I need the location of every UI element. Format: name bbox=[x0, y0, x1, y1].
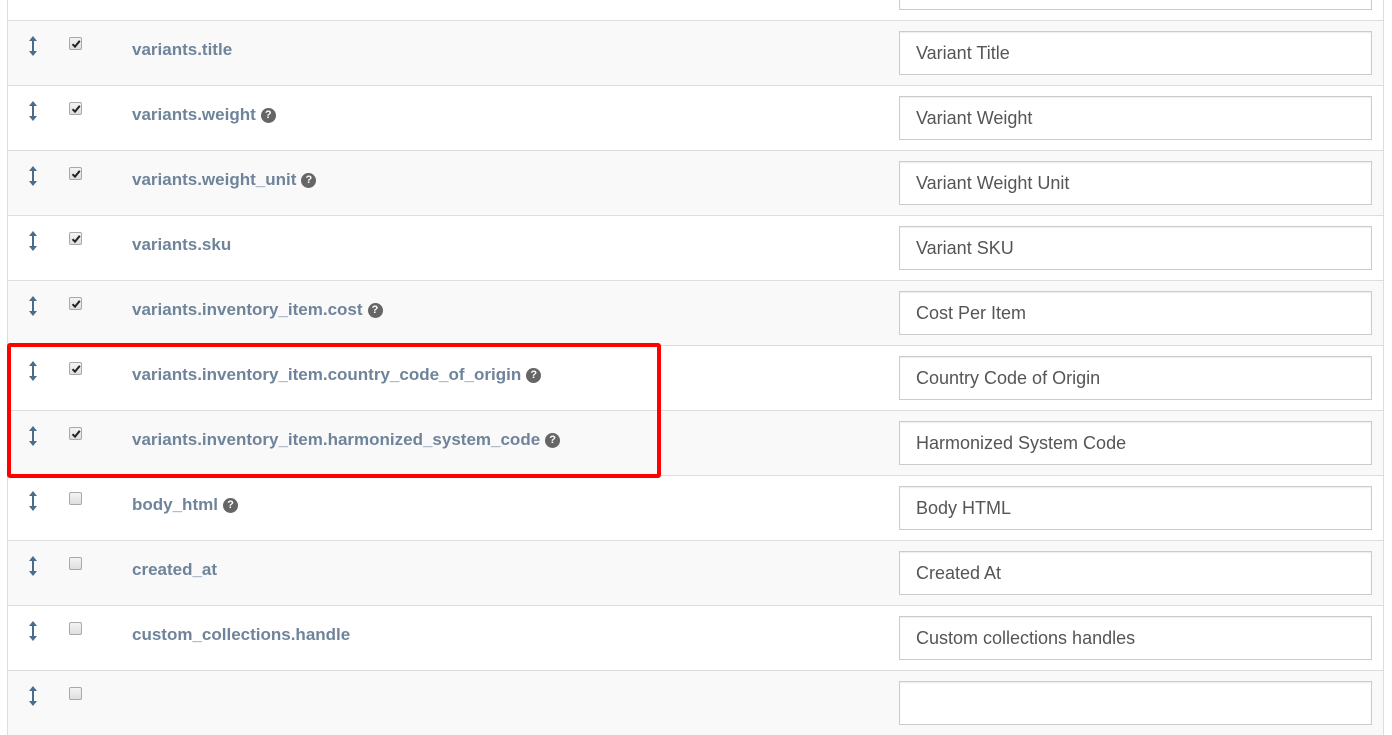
enabled-checkbox[interactable] bbox=[69, 557, 82, 570]
help-icon[interactable]: ? bbox=[526, 367, 542, 383]
sort-handle-icon[interactable] bbox=[28, 231, 38, 251]
table-row: variants.inventory_item.cost? bbox=[8, 280, 1383, 345]
table-row bbox=[8, 0, 1383, 20]
field-name: variants.sku bbox=[132, 235, 232, 254]
enabled-checkbox[interactable] bbox=[69, 297, 82, 310]
table-row: variants.sku bbox=[8, 215, 1383, 280]
table-row: body_html? bbox=[8, 475, 1383, 540]
field-name: variants.inventory_item.country_code_of_… bbox=[132, 365, 542, 385]
table-row: variants.title bbox=[8, 20, 1383, 85]
table-row bbox=[8, 670, 1383, 735]
sort-handle-icon[interactable] bbox=[28, 361, 38, 381]
field-name: variants.inventory_item.cost? bbox=[132, 300, 383, 320]
enabled-checkbox[interactable] bbox=[69, 37, 82, 50]
enabled-checkbox[interactable] bbox=[69, 427, 82, 440]
column-label-input[interactable] bbox=[899, 681, 1372, 725]
field-name: body_html? bbox=[132, 495, 238, 515]
column-label-input[interactable] bbox=[899, 486, 1372, 530]
enabled-checkbox[interactable] bbox=[69, 622, 82, 635]
table-row: variants.weight? bbox=[8, 85, 1383, 150]
table-row: custom_collections.handle bbox=[8, 605, 1383, 670]
field-name: variants.weight_unit? bbox=[132, 170, 317, 190]
enabled-checkbox[interactable] bbox=[69, 362, 82, 375]
column-label-input[interactable] bbox=[899, 356, 1372, 400]
field-name: variants.weight? bbox=[132, 105, 276, 125]
column-label-input[interactable] bbox=[899, 421, 1372, 465]
sort-handle-icon[interactable] bbox=[28, 686, 38, 706]
column-label-input[interactable] bbox=[899, 291, 1372, 335]
column-label-input[interactable] bbox=[899, 96, 1372, 140]
sort-handle-icon[interactable] bbox=[28, 166, 38, 186]
field-name: variants.title bbox=[132, 40, 233, 59]
sort-handle-icon[interactable] bbox=[28, 491, 38, 511]
sort-handle-icon[interactable] bbox=[28, 426, 38, 446]
enabled-checkbox[interactable] bbox=[69, 492, 82, 505]
table-row: created_at bbox=[8, 540, 1383, 605]
help-icon[interactable]: ? bbox=[222, 497, 238, 513]
column-label-input[interactable] bbox=[899, 0, 1372, 10]
table-row: variants.weight_unit? bbox=[8, 150, 1383, 215]
field-mapping-table: variants.title variants.weight? variants.w… bbox=[7, 0, 1384, 735]
help-icon[interactable]: ? bbox=[545, 432, 561, 448]
help-icon[interactable]: ? bbox=[367, 302, 383, 318]
column-label-input[interactable] bbox=[899, 226, 1372, 270]
sort-handle-icon[interactable] bbox=[28, 621, 38, 641]
enabled-checkbox[interactable] bbox=[69, 232, 82, 245]
column-label-input[interactable] bbox=[899, 161, 1372, 205]
help-icon[interactable]: ? bbox=[301, 172, 317, 188]
column-label-input[interactable] bbox=[899, 31, 1372, 75]
field-name: created_at bbox=[132, 560, 218, 579]
sort-handle-icon[interactable] bbox=[28, 36, 38, 56]
column-label-input[interactable] bbox=[899, 551, 1372, 595]
table-row: variants.inventory_item.country_code_of_… bbox=[8, 345, 1383, 410]
field-name: custom_collections.handle bbox=[132, 625, 351, 644]
sort-handle-icon[interactable] bbox=[28, 296, 38, 316]
sort-handle-icon[interactable] bbox=[28, 101, 38, 121]
sort-handle-icon[interactable] bbox=[28, 556, 38, 576]
field-name: variants.inventory_item.harmonized_syste… bbox=[132, 430, 561, 450]
enabled-checkbox[interactable] bbox=[69, 687, 82, 700]
table-row: variants.inventory_item.harmonized_syste… bbox=[8, 410, 1383, 475]
help-icon[interactable]: ? bbox=[260, 107, 276, 123]
enabled-checkbox[interactable] bbox=[69, 167, 82, 180]
column-label-input[interactable] bbox=[899, 616, 1372, 660]
enabled-checkbox[interactable] bbox=[69, 102, 82, 115]
